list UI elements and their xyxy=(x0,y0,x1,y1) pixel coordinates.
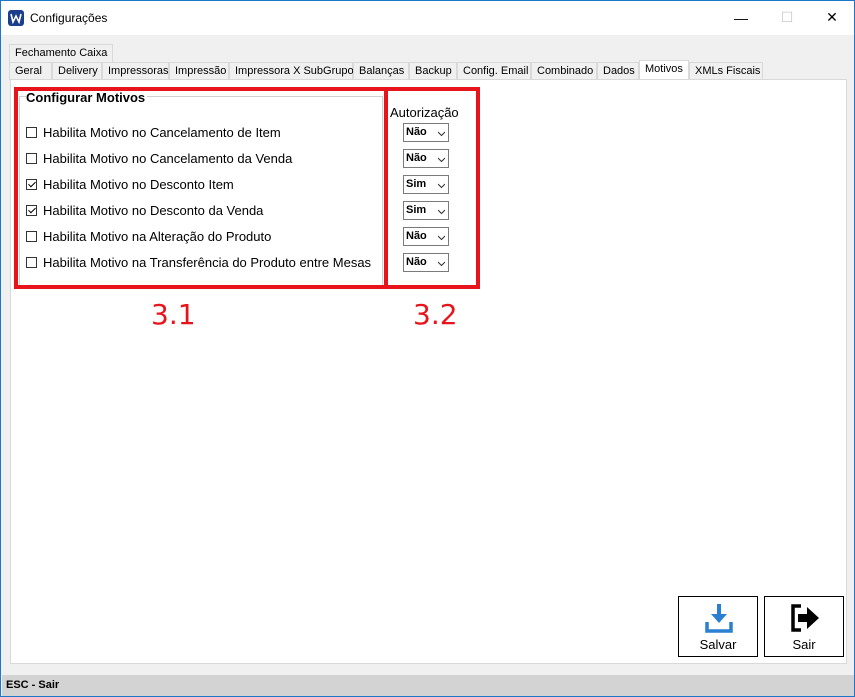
annotation-label-3-2: 3.2 xyxy=(413,298,458,331)
tab-xmls-fiscais[interactable]: XMLs Fiscais xyxy=(689,62,763,80)
maximize-button[interactable]: ☐ xyxy=(764,1,810,34)
exit-button-label: Sair xyxy=(792,637,816,652)
status-bar: ESC - Sair xyxy=(2,675,854,696)
tab-fechamento-caixa[interactable]: Fechamento Caixa xyxy=(9,44,114,62)
tab-geral[interactable]: Geral xyxy=(9,62,52,80)
tab-balancas[interactable]: Balanças xyxy=(353,62,409,80)
tab-delivery[interactable]: Delivery xyxy=(52,62,102,80)
tab-dados[interactable]: Dados xyxy=(597,62,639,80)
annotation-box-3-1 xyxy=(14,87,388,289)
app-logo-icon xyxy=(8,10,24,26)
window-title: Configurações xyxy=(30,11,108,25)
tab-impressao[interactable]: Impressão xyxy=(169,62,229,80)
minimize-icon: — xyxy=(734,9,748,26)
tab-motivos[interactable]: Motivos xyxy=(639,60,689,80)
sign-out-icon xyxy=(791,604,819,632)
configuracoes-window: Configurações — ☐ ✕ Fechamento Caixa Ger… xyxy=(0,0,855,697)
tab-config-email[interactable]: Config. Email xyxy=(457,62,531,80)
tab-impressoras[interactable]: Impressoras xyxy=(102,62,169,80)
tab-combinado[interactable]: Combinado xyxy=(531,62,597,80)
close-icon: ✕ xyxy=(826,9,838,25)
save-button[interactable]: Salvar xyxy=(678,596,758,657)
save-download-icon xyxy=(705,604,733,633)
maximize-icon: ☐ xyxy=(780,9,794,25)
close-button[interactable]: ✕ xyxy=(809,1,855,34)
tab-backup[interactable]: Backup xyxy=(409,62,457,80)
save-button-label: Salvar xyxy=(699,637,737,652)
minimize-button[interactable]: — xyxy=(718,1,764,34)
annotation-label-3-1: 3.1 xyxy=(151,298,196,331)
title-bar: Configurações — ☐ ✕ xyxy=(1,1,854,35)
exit-button[interactable]: Sair xyxy=(764,596,844,657)
annotation-box-3-2 xyxy=(384,87,480,289)
tab-impressora-x-subgrupo[interactable]: Impressora X SubGrupo xyxy=(229,62,354,80)
